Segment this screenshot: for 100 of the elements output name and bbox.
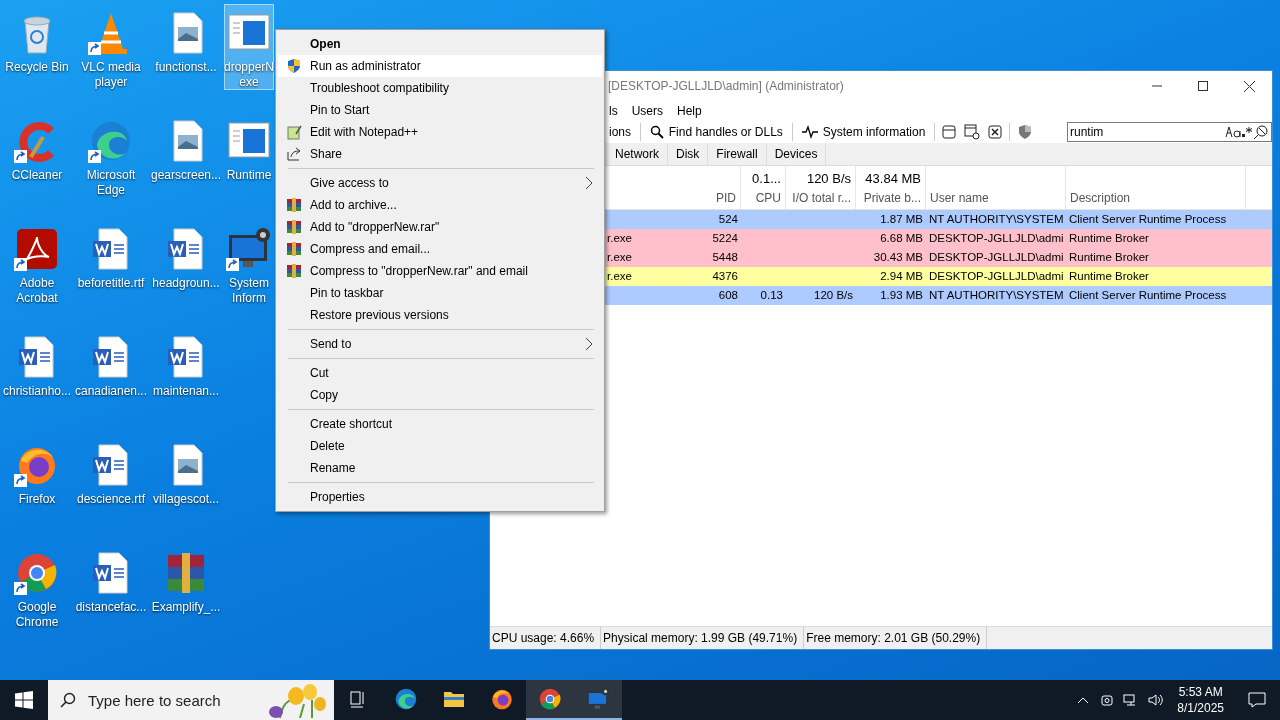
pulse-icon (801, 125, 818, 139)
date-text: 8/1/2025 (1177, 700, 1224, 716)
desktop-icon[interactable]: headgroun... (148, 220, 224, 306)
table-cell: r.exe (607, 231, 632, 246)
desktop-icon[interactable]: System Inform (224, 220, 274, 306)
shield-icon (286, 58, 302, 74)
icon-label: VLC media player (80, 60, 142, 90)
tab[interactable]: Network (607, 143, 668, 165)
column-header[interactable]: CPU (755, 191, 781, 205)
icon-label: maintenan... (152, 384, 219, 399)
icon-label: Examplify_... (151, 600, 221, 615)
shield-icon[interactable] (1016, 122, 1033, 142)
table-cell-text: 30.43 MB (872, 250, 924, 265)
table-cell-text: 1.87 MB (879, 212, 924, 227)
search-field[interactable]: runtim (1067, 122, 1272, 142)
window-title: [DESKTOP-JGLLJLD\admin] (Administrator) (608, 79, 845, 93)
menu-item[interactable]: Create shortcut (278, 413, 602, 435)
icon-label: distancefac... (75, 600, 147, 615)
icon-label: Runtime (226, 168, 272, 183)
menu-item[interactable]: Send to (278, 333, 602, 355)
regex-icon (1241, 126, 1253, 138)
icon-label: descience.rtf (76, 492, 145, 507)
menu-item[interactable]: Pin to Start (278, 99, 602, 121)
column-header[interactable]: Private b... (863, 191, 921, 205)
menu-item[interactable]: Restore previous versions (278, 304, 602, 326)
archive-icon (286, 197, 302, 213)
archive-icon (286, 241, 302, 257)
share-icon (286, 146, 302, 162)
menu-item[interactable]: Run as administrator (278, 55, 602, 77)
toolbar-button[interactable]: Find handles or DLLs (646, 122, 786, 142)
volume-icon[interactable] (1147, 692, 1164, 708)
toolbar-button[interactable]: System information (798, 122, 929, 142)
taskbar-app-button[interactable] (526, 680, 574, 720)
desktop-icon[interactable]: beforetitle.rtf (74, 220, 148, 306)
table-cell-text: Client Server Runtime Process (1068, 212, 1228, 227)
close-window-icon[interactable] (986, 122, 1004, 142)
column-header[interactable]: I/O total r... (792, 191, 851, 205)
column-header[interactable]: PID (716, 191, 736, 205)
column-total: 0.1... (752, 171, 781, 186)
desktop-icon[interactable]: Adobe Acrobat (0, 220, 74, 306)
edge-icon (393, 686, 419, 712)
maximize-icon (1198, 81, 1208, 91)
tab[interactable]: Disk (668, 143, 709, 165)
table-cell-text: 5224 (711, 231, 739, 246)
taskbar-app-button[interactable] (574, 680, 622, 720)
notepad-icon (286, 124, 302, 140)
taskbar-search-box[interactable]: Type here to search (48, 680, 334, 720)
icon-label: canadianen... (74, 384, 148, 399)
close-icon (1243, 80, 1255, 92)
column-total: 120 B/s (806, 171, 851, 186)
search-input[interactable]: Type here to search (86, 690, 240, 710)
table-cell-text: Runtime Broker (1068, 269, 1150, 284)
desktop-icon[interactable]: christianho... (0, 328, 74, 414)
menu-item[interactable]: Delete (278, 435, 602, 457)
menu-item[interactable]: Share (278, 143, 602, 165)
desktop-icon[interactable]: Firefox (0, 436, 74, 522)
desktop-icon[interactable]: villagescot... (148, 436, 224, 522)
icon-label: headgroun... (152, 276, 220, 291)
menu-item[interactable]: Rename (278, 457, 602, 479)
column-total: 43.84 MB (865, 171, 921, 186)
window-icon[interactable] (941, 122, 958, 142)
icon-label: Adobe Acrobat (15, 276, 59, 306)
table-cell: r.exe (607, 250, 632, 265)
table-cell-text: DESKTOP-JGLLJLD\admi (928, 250, 1065, 265)
table-cell-text: NT AUTHORITY\SYSTEM (928, 288, 1065, 303)
desktop-icon[interactable]: Examplify_... (148, 544, 224, 630)
menu-item[interactable]: Users (624, 104, 670, 118)
menu-item[interactable]: Open (278, 33, 602, 55)
tab[interactable]: Devices (766, 143, 827, 165)
table-cell-text: NT AUTHORITY\SYSTEM (928, 212, 1065, 227)
column-header[interactable]: Description (1070, 191, 1131, 205)
menu-item[interactable]: Copy (278, 384, 602, 406)
window-gear-icon[interactable] (963, 122, 981, 142)
menu-item[interactable]: ls (602, 104, 625, 118)
toolbar-button[interactable]: ions (606, 122, 634, 142)
desktop-icon[interactable]: Google Chrome (0, 544, 74, 630)
table-cell-text: Runtime Broker (1068, 231, 1150, 246)
desktop-icon[interactable]: maintenan... (148, 328, 224, 414)
table-cell-text: Client Server Runtime Process (1068, 288, 1228, 303)
desktop-icon[interactable]: descience.rtf (74, 436, 148, 522)
match-case-icon (1225, 126, 1241, 138)
table-cell-text: 1.93 MB (879, 288, 924, 303)
table-cell: r.exe (607, 269, 632, 284)
clock[interactable]: 5:53 AM 8/1/2025 (1167, 684, 1234, 716)
windows-logo-icon (15, 691, 33, 709)
menu-item[interactable]: Properties (278, 486, 602, 508)
icon-label: christianho... (2, 384, 71, 399)
icon-label: System Inform (228, 276, 270, 306)
column-header[interactable]: User name (930, 191, 989, 205)
tab[interactable]: Firewall (708, 143, 767, 165)
table-cell-text: DESKTOP-JGLLJLD\admi (928, 231, 1065, 246)
menu-item[interactable]: Cut (278, 362, 602, 384)
menu-item[interactable]: Edit with Notepad++ (278, 121, 602, 143)
menu-item[interactable]: Troubleshoot compatibility (278, 77, 602, 99)
table-cell-text: Runtime Broker (1068, 250, 1150, 265)
menu-item[interactable]: Help (670, 104, 709, 118)
icon-label: Firefox (18, 492, 56, 507)
desktop-icon[interactable]: canadianen... (74, 328, 148, 414)
desktop-icon[interactable]: distancefac... (74, 544, 148, 630)
menu-item[interactable]: Give access to (278, 172, 602, 194)
